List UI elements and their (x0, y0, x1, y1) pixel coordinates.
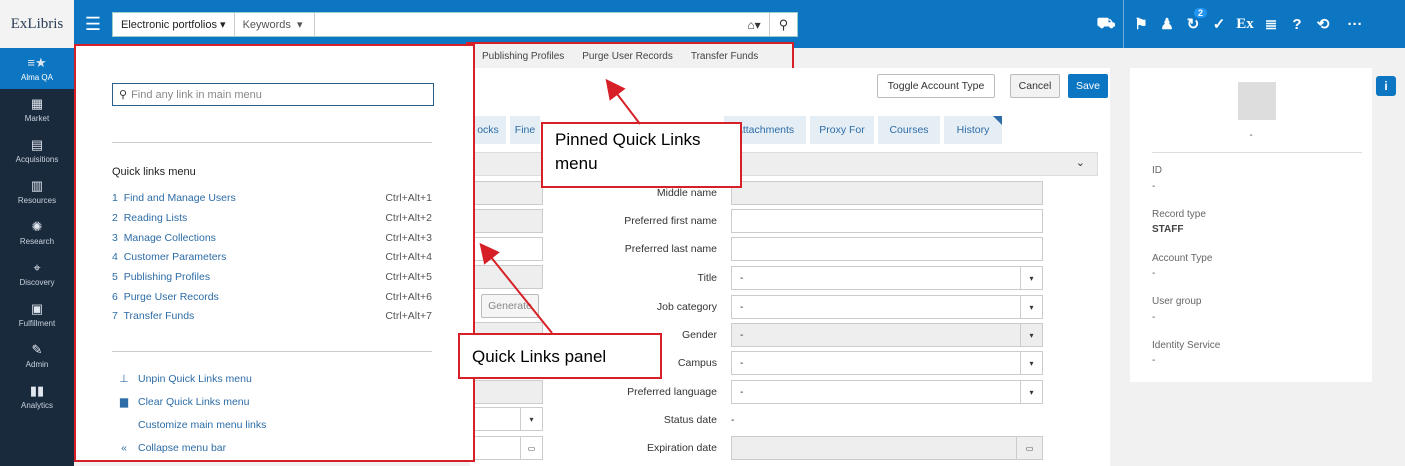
arrow-to-quick-links-panel (479, 242, 553, 334)
callout-arrows (479, 78, 641, 334)
arrow-to-pinned-bar (605, 78, 641, 125)
